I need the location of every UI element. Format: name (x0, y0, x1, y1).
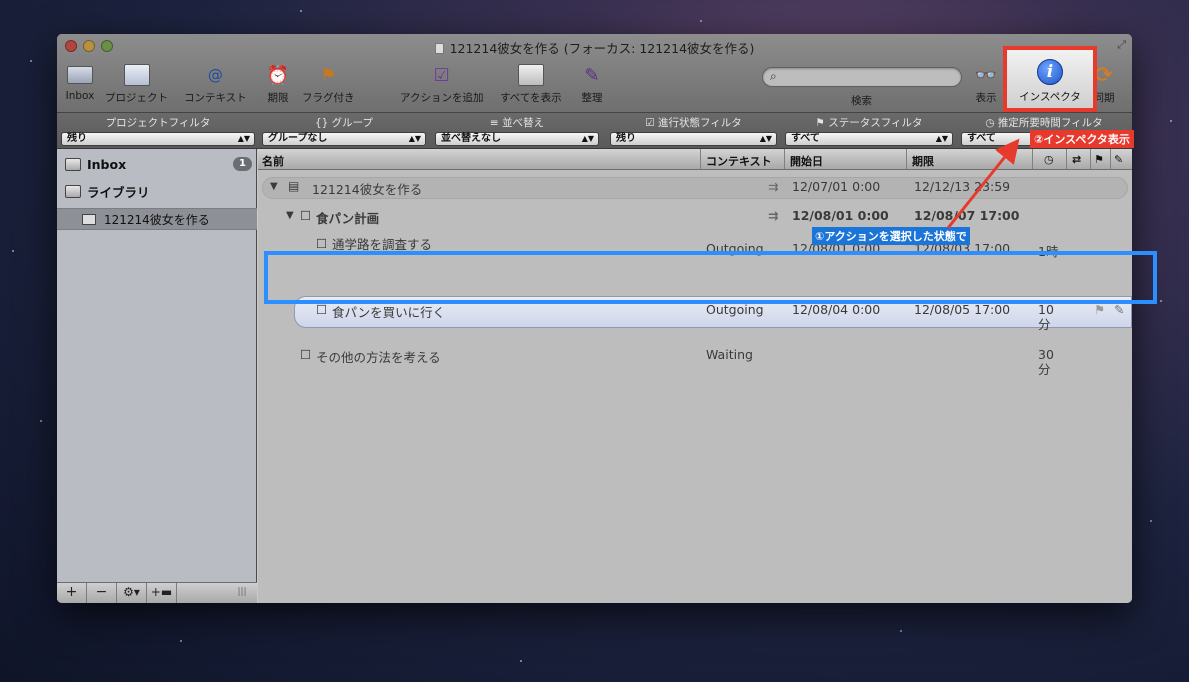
repeat-column-icon[interactable]: ⇄ (1072, 153, 1081, 166)
sort-lines-icon: ≡ (489, 117, 503, 129)
flag-icon: ⚑ (815, 117, 829, 129)
table-row[interactable]: ☐ その他の方法を考える Waiting 30 分 (258, 342, 1132, 377)
popup-arrow-icon: ▲▼ (581, 134, 594, 143)
filter-bar: プロジェクトフィルタ 残り ▲▼ {} グループ グループなし ▲▼ ≡ 並べ替え … (57, 112, 1132, 149)
glasses-icon: 👓 (974, 64, 998, 86)
view-button[interactable]: 👓 表示 (971, 62, 1001, 105)
popup-arrow-icon: ▲▼ (237, 134, 250, 143)
table-row[interactable]: ▼ ☐ 食パン計画 ⇉ 12/08/01 0:00 12/08/07 17:00 (258, 203, 1132, 230)
project-filter: プロジェクトフィルタ 残り ▲▼ (61, 115, 255, 146)
cleanup-button[interactable]: ✎ 整理 (577, 62, 607, 105)
project-icon: ▤ (288, 179, 300, 193)
sidebar-item-library[interactable]: ライブラリ (65, 182, 150, 201)
project-button[interactable]: プロジェクト (105, 62, 168, 105)
project-list-icon (122, 62, 152, 88)
sidebar-footer: + − ⚙▾ +▬ ||| (57, 582, 257, 603)
disclosure-triangle-icon[interactable]: ▼ (286, 210, 294, 221)
checkbox-icon[interactable]: ☐ (300, 208, 311, 223)
duration-column-icon[interactable]: ◷ (1044, 153, 1054, 166)
sequential-arrow-icon: ⇉ (768, 208, 779, 223)
due-button[interactable]: ⏰ 期限 (263, 62, 293, 105)
app-window: 121214彼女を作る (フォーカス: 121214彼女を作る) ⤢ Inbox… (57, 34, 1132, 603)
popup-arrow-icon: ▲▼ (759, 134, 772, 143)
checkbox-icon[interactable]: ☐ (300, 347, 311, 362)
clock-icon: ⏰ (266, 64, 290, 86)
status-filter-popup[interactable]: 残り ▲▼ (610, 132, 777, 146)
inspector-button[interactable]: i インスペクタ (1003, 46, 1097, 112)
add-icon[interactable]: + (57, 583, 87, 603)
column-context[interactable]: コンテキスト (706, 153, 772, 169)
flag-column-icon[interactable]: ⚑ (1094, 153, 1104, 166)
note-column-icon[interactable]: ✎ (1114, 153, 1123, 166)
search-field[interactable]: ⌕ (762, 67, 962, 87)
table-row[interactable]: ▼ ▤ 121214彼女を作る ⇉ 12/07/01 0:00 12/12/13… (258, 174, 1132, 201)
remove-icon[interactable]: − (87, 583, 117, 603)
flagged-button[interactable]: ⚑ フラグ付き (302, 62, 355, 105)
note-icon[interactable]: ✎ (1114, 302, 1124, 317)
group-popup[interactable]: グループなし ▲▼ (262, 132, 426, 146)
gear-icon[interactable]: ⚙▾ (117, 583, 147, 603)
table-row-selected[interactable]: ☐ 食パンを買いに行く Outgoing 12/08/04 0:00 12/08… (258, 297, 1132, 332)
fullscreen-icon[interactable]: ⤢ (1117, 38, 1126, 52)
status-filter: ☑ 進行状態フィルタ 残り ▲▼ (610, 115, 777, 146)
sort-popup[interactable]: 並べ替えなし ▲▼ (435, 132, 599, 146)
sidebar: Inbox 1 ライブラリ 121214彼女を作る + − ⚙▾ +▬ ||| (57, 149, 257, 603)
sidebar-item-project[interactable]: 121214彼女を作る (57, 208, 257, 230)
add-action-button[interactable]: ☑ アクションを追加 (400, 62, 483, 105)
stopwatch-icon: ◷ (985, 117, 998, 129)
group-braces-icon: {} (314, 117, 332, 129)
search-input[interactable] (785, 70, 955, 82)
inbox-button[interactable]: Inbox (65, 62, 95, 102)
annotation-step2: ②インスペクタ表示 (1030, 130, 1134, 148)
column-start[interactable]: 開始日 (790, 153, 823, 169)
table-row[interactable]: ☐ 通学路を調査する Outgoing 12/08/01 0:00 12/08/… (258, 231, 1132, 259)
group-filter: {} グループ グループなし ▲▼ (262, 115, 426, 146)
search-label: 検索 (851, 95, 872, 107)
stacked-list-icon (516, 62, 546, 88)
disclosure-triangle-icon[interactable]: ▼ (270, 181, 278, 192)
popup-arrow-icon: ▲▼ (935, 134, 948, 143)
add-folder-icon[interactable]: +▬ (147, 583, 177, 603)
column-header: 名前 コンテキスト 開始日 期限 ◷ ⇄ ⚑ ✎ (258, 149, 1132, 170)
resize-grip-icon[interactable]: ||| (227, 583, 257, 603)
checkbox-icon[interactable]: ☐ (316, 236, 327, 251)
sort-filter: ≡ 並べ替え 並べ替えなし ▲▼ (435, 115, 599, 146)
project-icon (82, 213, 96, 225)
broom-icon: ✎ (584, 64, 600, 86)
sequential-arrow-icon: ⇉ (768, 179, 779, 194)
project-filter-popup[interactable]: 残り ▲▼ (61, 132, 255, 146)
annotation-step1: ①アクションを選択した状態で (812, 227, 970, 245)
inbox-tray-icon (65, 62, 95, 88)
checkbox-icon: ☑ (645, 117, 658, 129)
checkbox-icon[interactable]: ☐ (316, 302, 327, 317)
search-icon: ⌕ (770, 69, 777, 83)
info-icon: i (1037, 59, 1063, 85)
popup-arrow-icon: ▲▼ (408, 134, 421, 143)
flag-filter: ⚑ ステータスフィルタ すべて ▲▼ (785, 115, 953, 146)
flag-icon: ⚑ (320, 64, 337, 86)
titlebar: 121214彼女を作る (フォーカス: 121214彼女を作る) ⤢ Inbox… (57, 34, 1132, 112)
inbox-count-badge: 1 (233, 157, 252, 171)
column-name[interactable]: 名前 (262, 153, 284, 169)
inbox-tray-icon (65, 158, 81, 171)
context-at-icon: @ (207, 66, 223, 84)
column-due[interactable]: 期限 (912, 153, 934, 169)
window-title: 121214彼女を作る (フォーカス: 121214彼女を作る) (57, 38, 1132, 57)
flag-filter-popup[interactable]: すべて ▲▼ (785, 132, 953, 146)
show-all-button[interactable]: すべてを表示 (500, 62, 562, 105)
document-icon (434, 43, 444, 54)
add-action-icon: ☑ (433, 64, 450, 86)
folder-icon (65, 185, 81, 198)
outline-view: 名前 コンテキスト 開始日 期限 ◷ ⇄ ⚑ ✎ ▼ ▤ 121214彼女を作る… (258, 149, 1132, 603)
flag-icon[interactable]: ⚑ (1094, 302, 1105, 317)
sidebar-item-inbox[interactable]: Inbox (65, 157, 126, 172)
context-button[interactable]: @ コンテキスト (184, 62, 247, 105)
